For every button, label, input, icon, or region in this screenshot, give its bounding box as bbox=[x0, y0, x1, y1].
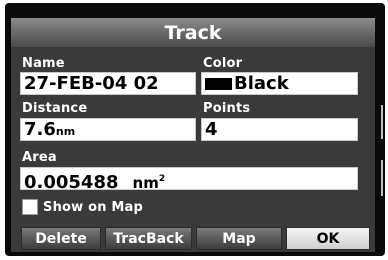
points-field: 4 bbox=[201, 118, 358, 141]
area-field: 0.005488 nm2 bbox=[20, 167, 358, 193]
ok-button[interactable]: OK bbox=[286, 227, 370, 250]
scroll-edge-mark bbox=[381, 160, 383, 196]
map-button[interactable]: Map bbox=[196, 227, 282, 250]
dialog-title: Track bbox=[164, 22, 222, 44]
show-on-map-checkbox[interactable] bbox=[22, 199, 38, 215]
name-value: 27-FEB-04 02 bbox=[24, 73, 159, 94]
tracback-button[interactable]: TracBack bbox=[105, 227, 192, 250]
color-label: Color bbox=[203, 56, 243, 71]
area-value: 0.005488 bbox=[24, 172, 119, 193]
title-bar: Track bbox=[11, 18, 375, 48]
distance-value: 7.6 bbox=[24, 119, 56, 140]
distance-field: 7.6nm bbox=[20, 118, 196, 141]
points-label: Points bbox=[203, 101, 251, 116]
name-field[interactable]: 27-FEB-04 02 bbox=[20, 72, 196, 95]
show-on-map-label: Show on Map bbox=[43, 200, 144, 215]
distance-unit: nm bbox=[55, 125, 76, 138]
delete-button[interactable]: Delete bbox=[21, 227, 101, 250]
distance-label: Distance bbox=[22, 101, 88, 116]
color-field[interactable]: Black bbox=[201, 72, 358, 95]
color-swatch bbox=[205, 78, 232, 90]
area-unit: nm bbox=[132, 174, 159, 192]
name-label: Name bbox=[22, 56, 65, 71]
scroll-edge-mark bbox=[381, 105, 383, 139]
points-value: 4 bbox=[205, 119, 218, 140]
area-unit-exponent: 2 bbox=[158, 174, 166, 184]
area-label: Area bbox=[22, 150, 57, 165]
color-value: Black bbox=[234, 73, 289, 94]
